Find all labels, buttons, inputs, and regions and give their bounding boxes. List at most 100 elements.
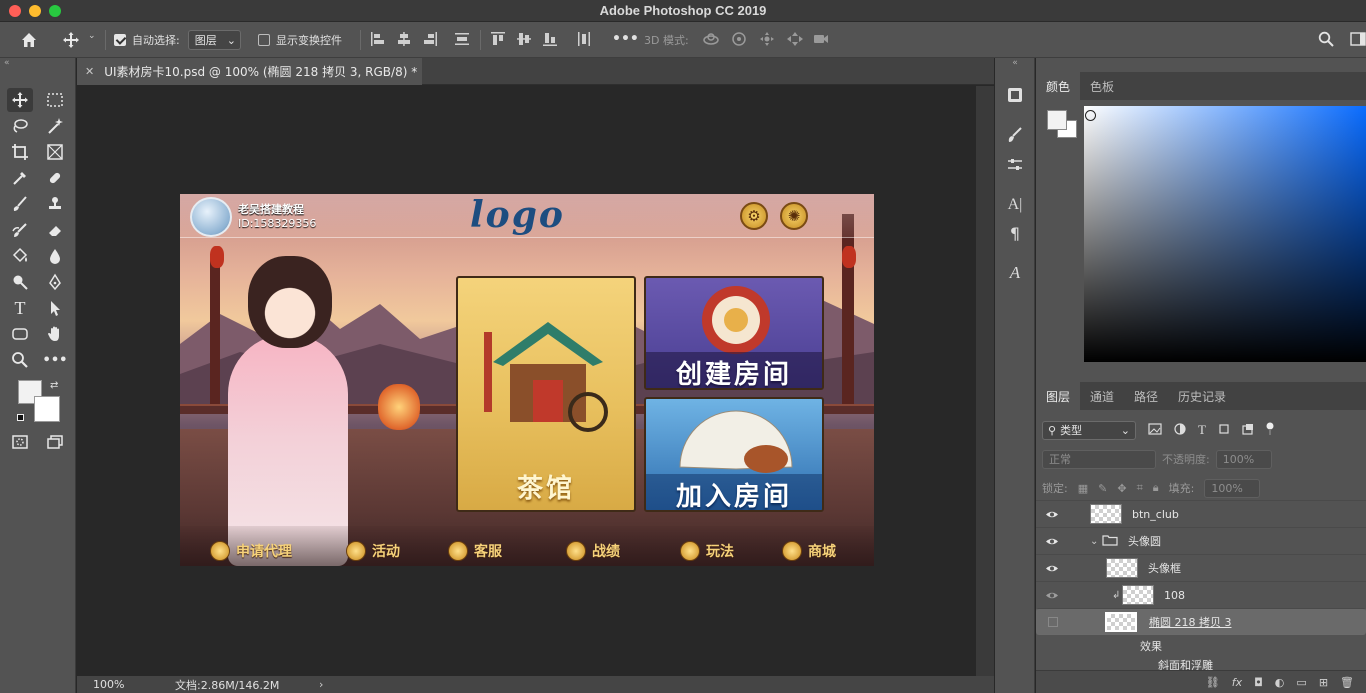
service-button[interactable]: 客服 bbox=[448, 541, 502, 561]
brush-settings-button[interactable] bbox=[1004, 124, 1026, 146]
document-canvas[interactable]: 老吴搭建教程 ID:158329356 logo ⚙ ✺ 茶馆 创建房间 加入房… bbox=[180, 194, 874, 566]
tab-layers[interactable]: 图层 bbox=[1036, 382, 1081, 410]
record-button[interactable]: 战绩 bbox=[566, 541, 620, 561]
zoom-level[interactable]: 100% bbox=[93, 678, 124, 691]
color-panel-foreground-swatch[interactable] bbox=[1047, 110, 1067, 130]
paragraph-panel-button[interactable]: ¶ bbox=[1004, 222, 1026, 244]
align-top-icon[interactable] bbox=[490, 31, 508, 49]
libraries-button[interactable] bbox=[1004, 84, 1026, 106]
lock-all-icon[interactable]: 🔒︎ bbox=[1153, 481, 1159, 495]
stamp-tool[interactable] bbox=[42, 192, 68, 216]
paint-bucket-tool[interactable] bbox=[7, 244, 33, 268]
vertical-scrollbar[interactable] bbox=[976, 86, 994, 676]
align-bottom-icon[interactable] bbox=[542, 31, 560, 49]
magic-wand-tool[interactable] bbox=[42, 114, 68, 138]
new-layer-icon[interactable]: ⊞ bbox=[1319, 676, 1328, 689]
document-tab[interactable]: ✕ UI素材房卡10.psd @ 100% (椭圆 218 拷贝 3, RGB/… bbox=[77, 58, 422, 85]
avatar[interactable] bbox=[190, 197, 232, 237]
layer-row[interactable]: btn_club bbox=[1036, 500, 1366, 527]
tab-channels[interactable]: 通道 bbox=[1080, 382, 1124, 410]
auto-select-target-dropdown[interactable]: 图层 ⌄ bbox=[187, 30, 241, 50]
blur-tool[interactable] bbox=[42, 244, 68, 268]
align-hcenter-icon[interactable] bbox=[396, 31, 414, 49]
chevron-down-icon[interactable]: ⌄ bbox=[88, 31, 106, 49]
trash-icon[interactable]: 🗑︎ bbox=[1340, 676, 1354, 689]
fill-input[interactable]: 100% bbox=[1204, 478, 1261, 498]
join-room-card[interactable]: 加入房间 bbox=[644, 397, 824, 512]
eye-icon[interactable] bbox=[1044, 508, 1060, 520]
new-group-icon[interactable]: ▭ bbox=[1296, 676, 1306, 689]
settings-button[interactable]: ⚙ bbox=[740, 202, 768, 230]
layer-kind-dropdown[interactable]: ⚲ 类型 ⌄ bbox=[1042, 420, 1136, 440]
more-tools-button[interactable]: ••• bbox=[42, 348, 68, 372]
workspace-icon[interactable] bbox=[1350, 31, 1366, 49]
3d-pan-icon[interactable] bbox=[758, 31, 776, 49]
search-icon[interactable] bbox=[1318, 31, 1336, 49]
hand-tool[interactable] bbox=[42, 322, 68, 346]
rectangle-tool[interactable] bbox=[7, 322, 33, 346]
layer-row[interactable]: ⌄ 头像圆 bbox=[1036, 527, 1366, 554]
swap-colors-icon[interactable]: ⇄ bbox=[50, 380, 58, 391]
filter-toggle-icon[interactable] bbox=[1266, 422, 1274, 439]
zoom-tool[interactable] bbox=[7, 348, 33, 372]
blend-mode-dropdown[interactable]: 正常 bbox=[1042, 449, 1156, 469]
apply-agent-button[interactable]: 申请代理 bbox=[210, 541, 292, 561]
collapse-dock-icon[interactable]: « bbox=[995, 58, 1035, 70]
3d-roll-icon[interactable] bbox=[730, 31, 748, 49]
chevron-down-icon[interactable]: ⌄ bbox=[1090, 536, 1098, 547]
healing-brush-tool[interactable] bbox=[42, 166, 68, 190]
color-picker-field[interactable] bbox=[1084, 106, 1366, 362]
default-colors-icon[interactable] bbox=[17, 414, 27, 424]
eye-icon[interactable] bbox=[1044, 535, 1060, 547]
image-filter-icon[interactable] bbox=[1148, 422, 1162, 438]
add-mask-icon[interactable]: ◘ bbox=[1254, 676, 1263, 689]
shop-button[interactable]: 商城 bbox=[782, 541, 836, 561]
share-button[interactable]: ✺ bbox=[780, 202, 808, 230]
adjustments-button[interactable] bbox=[1004, 154, 1026, 176]
lock-artboard-icon[interactable]: ⌗ bbox=[1137, 481, 1143, 495]
canvas-area[interactable]: 老吴搭建教程 ID:158329356 logo ⚙ ✺ 茶馆 创建房间 加入房… bbox=[77, 86, 976, 676]
activity-button[interactable]: 活动 bbox=[346, 541, 400, 561]
quick-mask-button[interactable] bbox=[7, 430, 33, 454]
character-panel-button[interactable]: A| bbox=[1004, 194, 1026, 216]
eraser-tool[interactable] bbox=[42, 218, 68, 242]
distribute-vertical-icon[interactable] bbox=[576, 31, 594, 49]
frame-tool[interactable] bbox=[42, 140, 68, 164]
layer-row-selected[interactable]: 椭圆 218 拷贝 3 bbox=[1036, 608, 1366, 635]
align-left-icon[interactable] bbox=[370, 31, 388, 49]
eyedropper-tool[interactable] bbox=[7, 166, 33, 190]
link-layers-icon[interactable]: ⛓ bbox=[1206, 676, 1220, 689]
lock-position-icon[interactable]: ✥ bbox=[1117, 482, 1126, 495]
opacity-input[interactable]: 100% bbox=[1215, 449, 1272, 469]
align-right-icon[interactable] bbox=[422, 31, 440, 49]
visibility-toggle-empty[interactable] bbox=[1045, 616, 1061, 628]
move-tool-icon[interactable] bbox=[62, 31, 80, 49]
marquee-tool[interactable] bbox=[42, 88, 68, 112]
eye-icon[interactable] bbox=[1044, 589, 1060, 601]
smart-object-filter-icon[interactable] bbox=[1242, 423, 1254, 438]
distribute-icon[interactable] bbox=[454, 31, 472, 49]
tab-history[interactable]: 历史记录 bbox=[1168, 382, 1236, 410]
layer-row[interactable]: 头像框 bbox=[1036, 554, 1366, 581]
tab-color[interactable]: 颜色 bbox=[1036, 72, 1081, 100]
lasso-tool[interactable] bbox=[7, 114, 33, 138]
more-options-icon[interactable]: ••• bbox=[612, 31, 639, 49]
new-adjustment-icon[interactable]: ◐ bbox=[1275, 676, 1285, 689]
background-color-swatch[interactable] bbox=[34, 396, 60, 422]
show-transform-checkbox[interactable] bbox=[258, 34, 270, 46]
tab-swatches[interactable]: 色板 bbox=[1080, 72, 1124, 100]
dodge-tool[interactable] bbox=[7, 270, 33, 294]
glyphs-panel-button[interactable]: A bbox=[1004, 262, 1026, 284]
history-brush-tool[interactable] bbox=[7, 218, 33, 242]
create-room-card[interactable]: 创建房间 bbox=[644, 276, 824, 390]
tab-paths[interactable]: 路径 bbox=[1124, 382, 1168, 410]
lock-pixels-icon[interactable]: ✎ bbox=[1098, 482, 1107, 495]
screen-mode-button[interactable] bbox=[42, 430, 68, 454]
brush-tool[interactable] bbox=[7, 192, 33, 216]
type-filter-icon[interactable]: T bbox=[1198, 422, 1206, 438]
auto-select-checkbox[interactable] bbox=[114, 34, 126, 46]
path-selection-tool[interactable] bbox=[42, 296, 68, 320]
3d-orbit-icon[interactable] bbox=[702, 31, 720, 49]
3d-slide-icon[interactable] bbox=[786, 31, 804, 49]
color-picker-cursor[interactable] bbox=[1085, 110, 1096, 121]
